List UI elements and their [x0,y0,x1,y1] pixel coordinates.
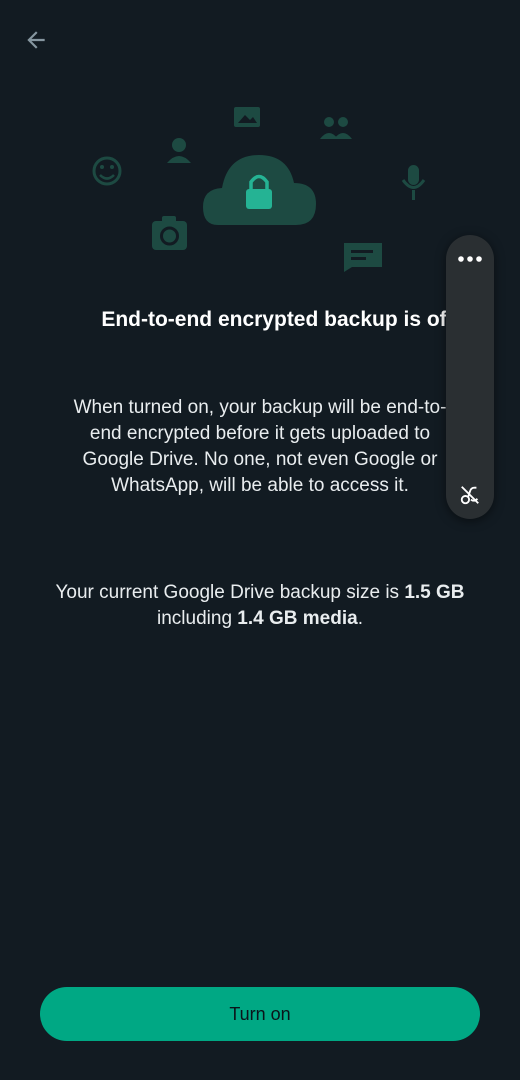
backup-illustration [92,107,426,272]
backup-description: When turned on, your backup will be end-… [73,397,447,496]
smiley-icon [92,156,122,186]
link-off-button[interactable] [446,483,494,507]
cloud-lock-icon [203,155,316,225]
camera-icon [152,216,187,250]
turn-on-button[interactable]: Turn on [40,987,480,1041]
floating-toolbar [446,235,494,519]
contact-icon [167,138,191,163]
back-button[interactable] [16,20,56,60]
backup-encryption-screen: End-to-end encrypted backup is of When t… [0,0,520,1080]
size-middle-text: including [157,608,238,629]
link-off-icon [460,486,479,505]
page-title: End-to-end encrypted backup is of [101,308,447,331]
backup-size-value: 1.5 GB [404,582,465,603]
size-prefix-text: Your current Google Drive backup size is [55,582,405,603]
more-horizontal-icon [458,256,482,262]
more-options-button[interactable] [446,247,494,271]
arrow-left-icon [27,31,45,49]
backup-size-info: Your current Google Drive backup size is… [40,580,480,632]
image-icon [234,107,260,127]
media-size-value: 1.4 GB media [237,608,358,629]
size-suffix-text: . [357,608,363,629]
message-icon [344,243,382,272]
microphone-icon [401,165,426,200]
group-icon [320,117,352,139]
